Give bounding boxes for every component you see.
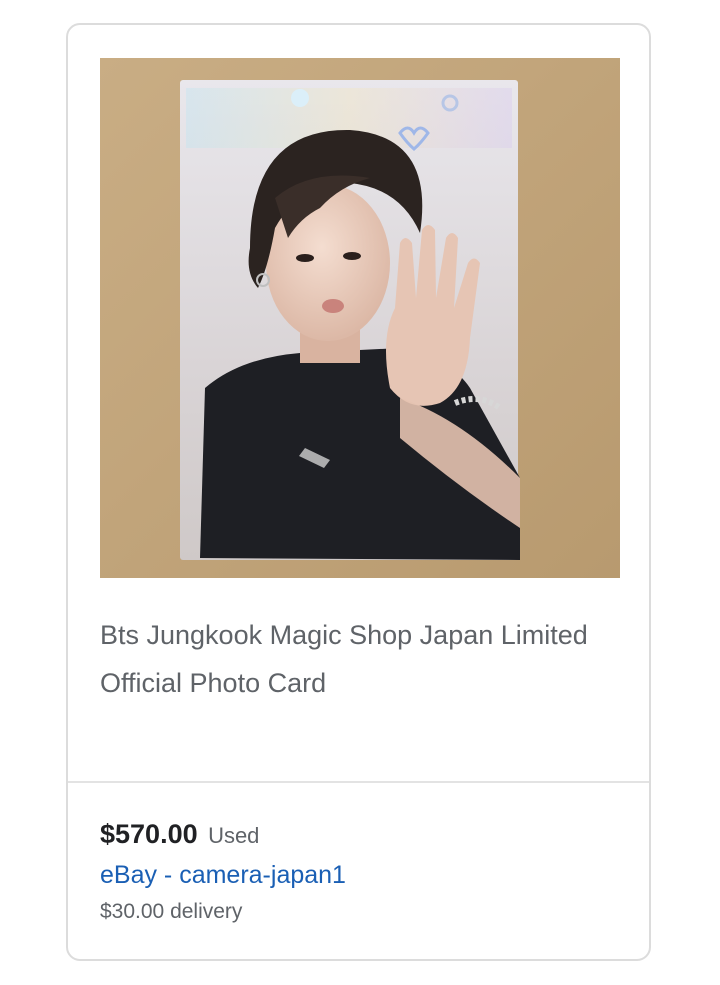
listing-title[interactable]: Bts Jungkook Magic Shop Japan Limited Of… (100, 611, 620, 707)
product-image[interactable] (100, 58, 620, 578)
seller-link[interactable]: eBay - camera-japan1 (100, 861, 346, 890)
product-card[interactable]: Bts Jungkook Magic Shop Japan Limited Of… (66, 23, 651, 961)
condition-label: Used (208, 823, 260, 848)
delivery-cost: $30.00 delivery (100, 900, 243, 923)
price: $570.00 (100, 819, 198, 849)
price-row: $570.00 Used (100, 819, 259, 850)
divider (68, 781, 649, 783)
